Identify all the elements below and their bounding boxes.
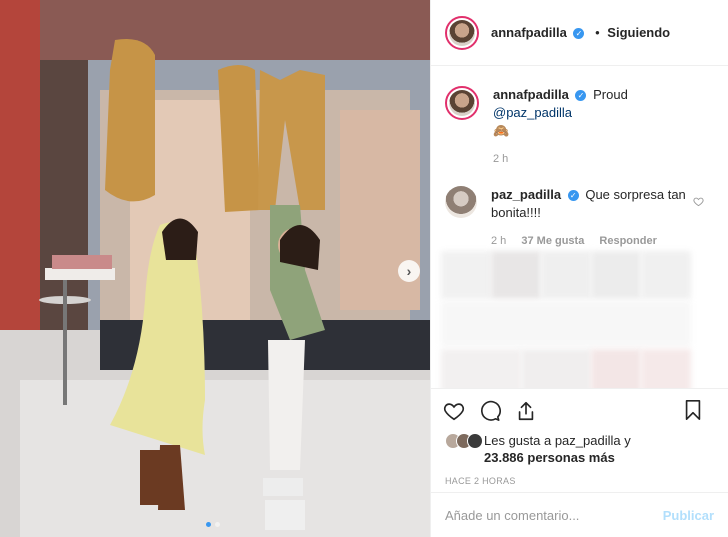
- comment-item: paz_padilla ✓ Que sorpresa tan bonita!!!…: [445, 186, 714, 250]
- caption-emoji: 🙈: [493, 123, 510, 138]
- liker-avatar: [467, 433, 483, 449]
- carousel-dot: [215, 522, 220, 527]
- caption-time[interactable]: 2 h: [493, 153, 508, 165]
- comments-section: annafpadilla ✓ Proud @paz_padilla 🙈 2 h …: [431, 66, 728, 388]
- author-avatar[interactable]: [445, 15, 479, 50]
- verified-icon: ✓: [575, 90, 587, 102]
- caption-author-avatar[interactable]: [445, 86, 479, 120]
- comment-input[interactable]: [445, 507, 645, 523]
- commenter-username[interactable]: paz_padilla: [491, 187, 561, 202]
- share-icon[interactable]: [515, 400, 537, 422]
- author-username[interactable]: annafpadilla: [491, 25, 567, 40]
- comment-time[interactable]: 2 h: [491, 235, 506, 247]
- post-media[interactable]: ›: [0, 0, 430, 537]
- post-sidebar: annafpadilla ✓ • Siguiendo annafpadilla …: [430, 0, 728, 537]
- commenter-avatar[interactable]: [445, 186, 477, 218]
- likes-line-1[interactable]: Les gusta a paz_padilla y: [484, 432, 694, 449]
- comment-icon[interactable]: [479, 400, 501, 422]
- carousel-indicator: [206, 522, 224, 527]
- caption-text: Proud: [593, 87, 628, 102]
- post-header: annafpadilla ✓ • Siguiendo: [431, 0, 728, 66]
- likes-count[interactable]: 23.886 personas más: [484, 449, 694, 466]
- carousel-dot-active: [206, 522, 211, 527]
- blurred-comments: [441, 251, 711, 388]
- post-timestamp[interactable]: HACE 2 HORAS: [431, 470, 728, 492]
- follow-status-button[interactable]: Siguiendo: [607, 25, 670, 40]
- caption-mention-link[interactable]: @paz_padilla: [493, 105, 572, 120]
- verified-icon: ✓: [573, 28, 585, 40]
- add-comment-bar: Publicar: [431, 492, 728, 537]
- liker-avatars[interactable]: [445, 433, 483, 449]
- separator-dot: •: [595, 25, 600, 40]
- comment-like-heart-icon[interactable]: [693, 196, 704, 207]
- comment-likes[interactable]: 37 Me gusta: [521, 235, 584, 247]
- action-bar: [431, 388, 728, 432]
- bookmark-icon[interactable]: [682, 399, 704, 421]
- likes-section: Les gusta a paz_padilla y 23.886 persona…: [431, 432, 728, 470]
- verified-icon: ✓: [567, 190, 579, 202]
- publish-button[interactable]: Publicar: [663, 508, 714, 523]
- caption-comment: annafpadilla ✓ Proud @paz_padilla 🙈 2 h: [445, 86, 714, 168]
- instagram-post: › annafpadilla ✓ • Siguiendo annafpadill…: [0, 0, 728, 537]
- next-arrow-icon[interactable]: ›: [398, 260, 420, 282]
- photo-scene: [0, 0, 430, 537]
- heart-icon[interactable]: [443, 400, 465, 422]
- reply-button[interactable]: Responder: [599, 235, 656, 247]
- caption-username[interactable]: annafpadilla: [493, 87, 569, 102]
